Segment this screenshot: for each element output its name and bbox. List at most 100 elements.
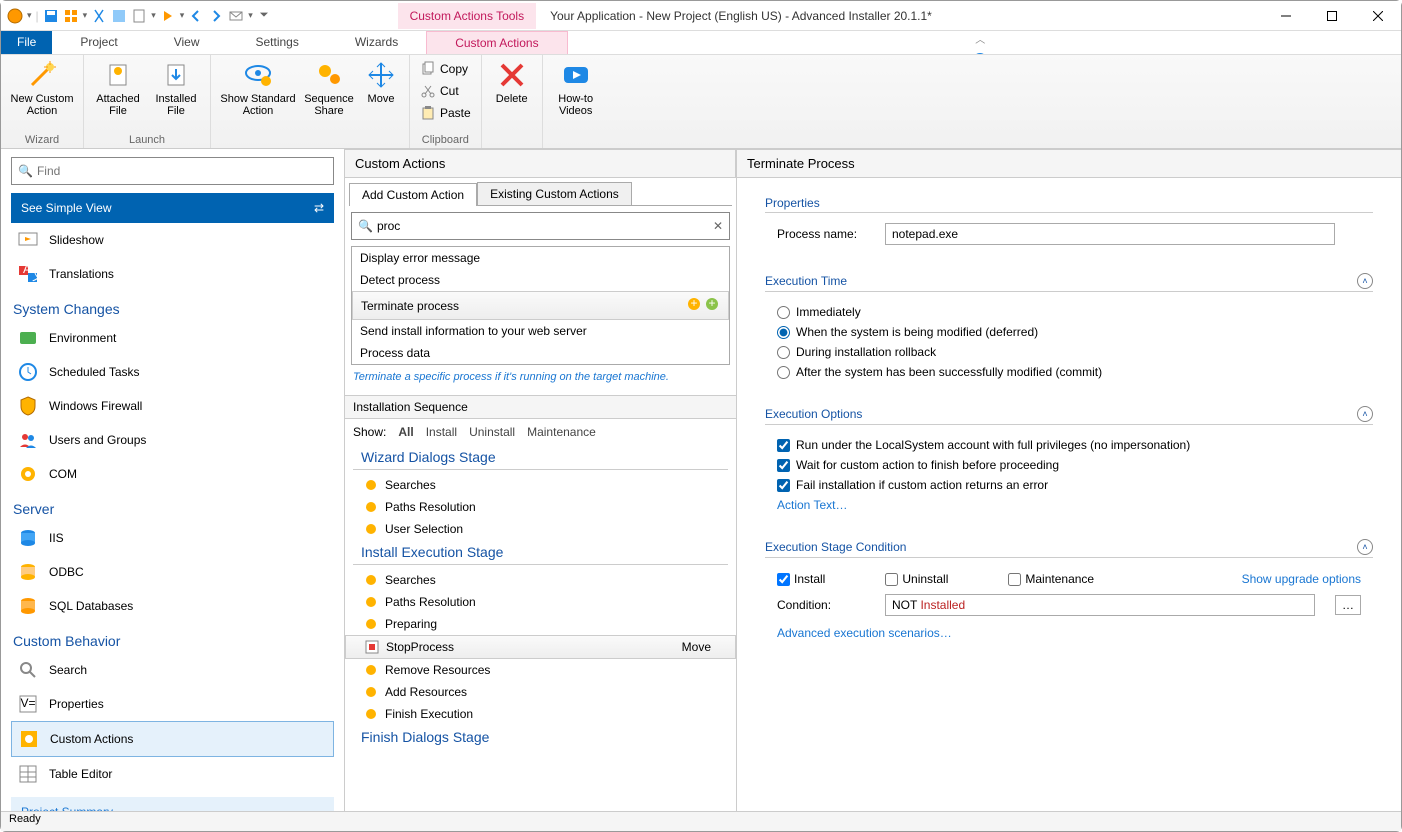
qat-dropdown5-icon[interactable]: ▾: [248, 10, 253, 21]
delete-button[interactable]: Delete: [488, 57, 536, 107]
nav-users-groups[interactable]: Users and Groups: [11, 423, 334, 457]
qat-dropdown2-icon[interactable]: ▾: [83, 10, 88, 21]
tab-custom-actions[interactable]: Custom Actions: [426, 31, 567, 54]
seq-move-button[interactable]: Move: [682, 640, 717, 654]
nav-table-editor[interactable]: Table Editor: [11, 757, 334, 791]
find-input[interactable]: [37, 164, 327, 178]
seq-install-paths[interactable]: Paths Resolution: [345, 591, 736, 613]
show-install[interactable]: Install: [426, 425, 457, 439]
minimize-button[interactable]: [1263, 1, 1309, 31]
nav-com[interactable]: COM: [11, 457, 334, 491]
custom-action-search[interactable]: 🔍 ✕: [351, 212, 730, 240]
seq-install-preparing[interactable]: Preparing: [345, 613, 736, 635]
run-icon[interactable]: [160, 8, 176, 24]
seq-install-add-resources[interactable]: Add Resources: [345, 681, 736, 703]
tab-project[interactable]: Project: [52, 31, 145, 54]
sequence-share-button[interactable]: Sequence Share: [301, 57, 357, 119]
tab-settings[interactable]: Settings: [228, 31, 327, 54]
check-stage-uninstall[interactable]: Uninstall: [885, 572, 948, 586]
check-fail[interactable]: Fail installation if custom action retur…: [765, 475, 1373, 495]
qat-dropdown3-icon[interactable]: ▾: [151, 10, 156, 21]
nav-properties[interactable]: V=Properties: [11, 687, 334, 721]
tab-file[interactable]: File: [1, 31, 52, 54]
tab-wizards[interactable]: Wizards: [327, 31, 426, 54]
nav-odbc[interactable]: ODBC: [11, 555, 334, 589]
check-stage-maintenance[interactable]: Maintenance: [1008, 572, 1094, 586]
nav-environment[interactable]: Environment: [11, 321, 334, 355]
new-custom-action-button[interactable]: New Custom Action: [7, 57, 77, 119]
cut-icon[interactable]: [91, 8, 107, 24]
radio-immediately[interactable]: Immediately: [765, 302, 1373, 322]
check-wait[interactable]: Wait for custom action to finish before …: [765, 455, 1373, 475]
nav-custom-actions[interactable]: Custom Actions: [11, 721, 334, 757]
seq-install-remove-resources[interactable]: Remove Resources: [345, 659, 736, 681]
tab-view[interactable]: View: [146, 31, 228, 54]
forward-icon[interactable]: [208, 8, 224, 24]
back-icon[interactable]: [188, 8, 204, 24]
seq-install-searches[interactable]: Searches: [345, 569, 736, 591]
close-button[interactable]: [1355, 1, 1401, 31]
show-upgrade-options-link[interactable]: Show upgrade options: [1242, 572, 1361, 586]
attached-file-button[interactable]: Attached File: [90, 57, 146, 119]
paste-button[interactable]: Paste: [416, 103, 475, 123]
seq-install-finish-execution[interactable]: Finish Execution: [345, 703, 736, 725]
save-icon[interactable]: [43, 8, 59, 24]
nav-slideshow[interactable]: Slideshow: [11, 223, 334, 257]
ca-item-display-error[interactable]: Display error message: [352, 247, 729, 269]
save2-icon[interactable]: [111, 8, 127, 24]
clear-search-icon[interactable]: ✕: [713, 219, 723, 233]
simple-view-toggle[interactable]: See Simple View ⇄: [11, 193, 334, 223]
tab-add-custom-action[interactable]: Add Custom Action: [349, 183, 477, 206]
show-maintenance[interactable]: Maintenance: [527, 425, 596, 439]
collapse-stage-cond-icon[interactable]: ˄: [1357, 539, 1373, 555]
grid-icon[interactable]: [63, 8, 79, 24]
mail-icon[interactable]: [228, 8, 244, 24]
add-without-sequence-icon[interactable]: +: [704, 296, 720, 315]
custom-action-search-input[interactable]: [377, 219, 713, 233]
installed-file-button[interactable]: Installed File: [148, 57, 204, 119]
radio-deferred[interactable]: When the system is being modified (defer…: [765, 322, 1373, 342]
nav-sql[interactable]: SQL Databases: [11, 589, 334, 623]
show-uninstall[interactable]: Uninstall: [469, 425, 515, 439]
collapse-exec-opts-icon[interactable]: ˄: [1357, 406, 1373, 422]
seq-wizard-user-selection[interactable]: User Selection: [345, 518, 736, 540]
ca-item-terminate-process[interactable]: Terminate process + +: [352, 291, 729, 320]
seq-wizard-searches[interactable]: Searches: [345, 474, 736, 496]
find-box[interactable]: 🔍: [11, 157, 334, 185]
qat-dropdown4-icon[interactable]: ▾: [180, 10, 185, 21]
nav-scheduled-tasks[interactable]: Scheduled Tasks: [11, 355, 334, 389]
seq-install-stopprocess[interactable]: StopProcess Move: [345, 635, 736, 659]
nav-search[interactable]: Search: [11, 653, 334, 687]
check-localsystem[interactable]: Run under the LocalSystem account with f…: [765, 435, 1373, 455]
project-summary-link[interactable]: Project Summary: [11, 797, 334, 811]
check-stage-install[interactable]: Install: [777, 572, 825, 586]
cut-button[interactable]: Cut: [416, 81, 475, 101]
process-name-input[interactable]: [885, 223, 1335, 245]
help-icon[interactable]: ?: [972, 52, 988, 54]
doc-icon[interactable]: [131, 8, 147, 24]
nav-translations[interactable]: A文Translations: [11, 257, 334, 291]
copy-button[interactable]: Copy: [416, 59, 475, 79]
show-standard-action-button[interactable]: Show Standard Action: [217, 57, 299, 119]
qat-overflow-icon[interactable]: ⏷: [257, 9, 272, 22]
collapse-exec-time-icon[interactable]: ˄: [1357, 273, 1373, 289]
nav-firewall[interactable]: Windows Firewall: [11, 389, 334, 423]
ca-item-process-data[interactable]: Process data: [352, 342, 729, 364]
condition-input[interactable]: NOT Installed: [885, 594, 1315, 616]
radio-rollback[interactable]: During installation rollback: [765, 342, 1373, 362]
ca-item-send-install-info[interactable]: Send install information to your web ser…: [352, 320, 729, 342]
add-with-sequence-icon[interactable]: +: [686, 296, 702, 315]
ca-item-detect-process[interactable]: Detect process: [352, 269, 729, 291]
condition-edit-button[interactable]: …: [1335, 595, 1361, 615]
move-button[interactable]: Move: [359, 57, 403, 107]
collapse-ribbon-icon[interactable]: ︿: [975, 31, 985, 46]
nav-iis[interactable]: IIS: [11, 521, 334, 555]
maximize-button[interactable]: [1309, 1, 1355, 31]
qat-dropdown-icon[interactable]: ▾: [27, 10, 32, 21]
action-text-link[interactable]: Action Text…: [777, 498, 847, 512]
seq-wizard-paths[interactable]: Paths Resolution: [345, 496, 736, 518]
howto-videos-button[interactable]: How-to Videos: [549, 57, 603, 119]
tab-existing-custom-actions[interactable]: Existing Custom Actions: [477, 182, 632, 205]
show-all[interactable]: All: [398, 425, 413, 439]
advanced-scenarios-link[interactable]: Advanced execution scenarios…: [777, 626, 952, 640]
